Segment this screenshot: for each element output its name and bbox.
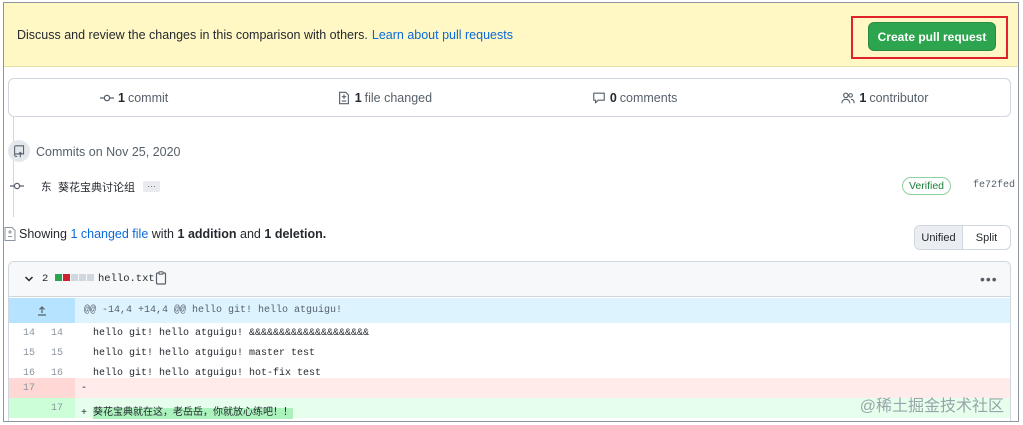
old-line-number[interactable]: 15 [11,348,35,359]
stat-commits-label: commit [127,90,169,105]
compare-stats-bar: 1 commit 1 file changed 0 comments 1 contrib… [8,78,1011,117]
new-line-number[interactable]: 14 [39,328,63,339]
stat-comments-count: 0 [609,90,617,105]
new-line-number[interactable]: 15 [39,348,63,359]
showing-prefix: Showing [19,227,67,241]
showing-and: and [240,227,261,241]
people-icon [841,92,856,103]
file-change-count: 2 [42,273,49,285]
compare-banner: Discuss and review the changes in this c… [4,3,1018,67]
commit-author-avatar[interactable]: 东 [41,179,52,194]
line-code: - [81,383,88,394]
stat-comments[interactable]: 0 comments [510,91,760,105]
additions-count: 1 [177,227,185,241]
verified-badge[interactable]: Verified [902,177,952,195]
showing-with: with [151,227,175,241]
changed-files-link[interactable]: 1 changed file [70,227,148,241]
file-diff-icon [4,227,16,241]
commit-message-link[interactable]: 葵花宝典讨论组 [58,179,135,195]
create-pull-request-button[interactable]: Create pull request [868,22,996,51]
deletions-count: 1 [264,227,272,241]
stat-files-changed[interactable]: 1 file changed [259,91,509,105]
diff-line: 14 14 hello git! hello atguigu! &&&&&&&&… [9,323,1010,343]
diff-line: 15 15 hello git! hello atguigu! master t… [9,343,1010,363]
stat-contributors[interactable]: 1 contributor [760,91,1010,105]
hunk-header-text: @@ -14,4 +14,4 @@ hello git! hello atgui… [84,305,343,316]
expand-up-icon[interactable] [9,298,75,323]
old-line-number[interactable]: 17 [11,383,35,394]
changed-count: 1 [70,227,78,241]
watermark-text: @稀土掘金技术社区 [859,398,1004,415]
commit-row: 东 葵花宝典讨论组 … Verified fe72fed [4,174,1018,198]
stat-contributors-count: 1 [859,90,867,105]
line-code: + 葵花宝典就在这，老岳岳，你就放心练吧！！ [81,403,294,419]
banner-text: Discuss and review the changes in this c… [17,28,368,42]
repo-push-icon [13,144,24,157]
line-code: hello git! hello atguigu! master test [81,348,316,359]
hunk-header: @@ -14,4 +14,4 @@ hello git! hello atgui… [9,298,1010,323]
comment-icon [592,92,605,103]
additions-label: addition [187,227,237,241]
stat-commits-count: 1 [118,90,125,105]
stat-comments-label: comments [619,90,678,105]
git-commit-icon [100,94,114,101]
commits-date-heading: Commits on Nov 25, 2020 [36,145,181,159]
kebab-menu-icon[interactable]: ••• [980,271,998,287]
changed-label: changed file [80,227,149,241]
chevron-down-icon[interactable] [23,273,35,285]
old-line-number[interactable]: 14 [11,328,35,339]
commit-expand-button[interactable]: … [143,180,160,192]
added-text-highlight: 葵花宝典就在这，老岳岳，你就放心练吧！！ [93,408,294,419]
diff-summary: Showing 1 changed file with 1 addition a… [4,227,326,241]
commit-sha-link[interactable]: fe72fed [973,180,1015,191]
line-code: hello git! hello atguigu! &&&&&&&&&&&&&&… [81,328,370,339]
deletions-label: deletion. [274,227,327,241]
stat-contributors-label: contributor [869,90,929,105]
unified-view-button[interactable]: Unified [915,226,963,249]
commit-dot-icon [10,182,24,190]
diffstat-blocks [55,274,94,281]
timeline-badge [8,140,30,162]
add-sign: + [81,408,94,419]
stat-files-count: 1 [354,90,362,105]
learn-pr-link[interactable]: Learn about pull requests [372,28,513,42]
new-line-number[interactable]: 17 [39,403,63,414]
timeline-line [13,117,14,217]
file-header: 2 hello.txt ••• [9,262,1010,297]
stat-commits[interactable]: 1 commit [9,91,259,105]
file-name-link[interactable]: hello.txt [98,273,155,285]
split-view-button[interactable]: Split [963,226,1010,249]
banner-message: Discuss and review the changes in this c… [17,28,513,42]
file-diff-icon [338,91,349,104]
compare-page: Discuss and review the changes in this c… [3,2,1019,422]
stat-files-label: file changed [364,90,433,105]
copy-clipboard-icon[interactable] [155,271,167,285]
diff-view-toggle: Unified Split [914,225,1011,250]
